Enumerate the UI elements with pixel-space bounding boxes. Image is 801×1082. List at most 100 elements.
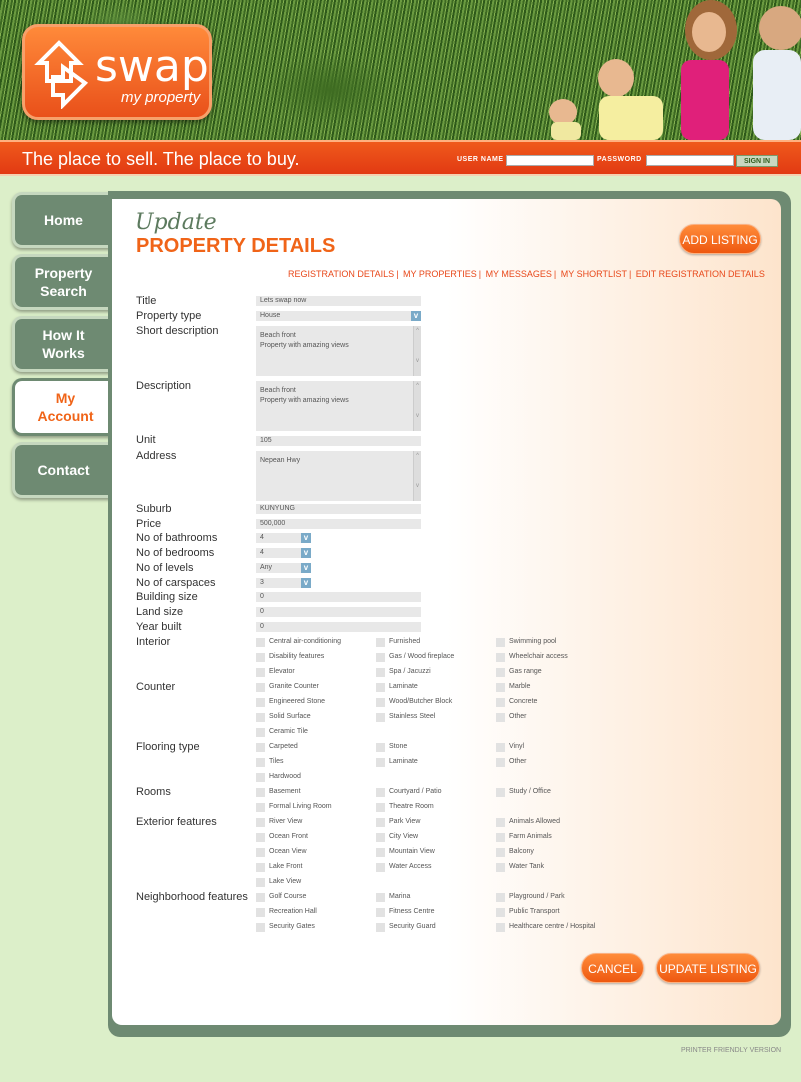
feature-checkbox[interactable] — [256, 833, 265, 842]
feature-checkbox[interactable] — [376, 833, 385, 842]
feature-checkbox[interactable] — [376, 803, 385, 812]
bedrooms-value: 4 — [260, 549, 264, 556]
year-built-input[interactable]: 0 — [256, 622, 421, 632]
feature-checkbox[interactable] — [496, 908, 505, 917]
feature-checkbox[interactable] — [376, 668, 385, 677]
feature-checkbox[interactable] — [376, 698, 385, 707]
feature-checkbox[interactable] — [496, 668, 505, 677]
feature-checkbox[interactable] — [496, 758, 505, 767]
short-description-textarea[interactable]: Beach front Property with amazing views … — [256, 326, 421, 376]
add-listing-button[interactable]: ADD LISTING — [679, 224, 761, 254]
feature-checkbox[interactable] — [256, 818, 265, 827]
price-input[interactable]: 500,000 — [256, 519, 421, 529]
username-input[interactable] — [506, 155, 594, 166]
feature-checkbox[interactable] — [256, 743, 265, 752]
suburb-input[interactable]: KUNYUNG — [256, 504, 421, 514]
feature-checkbox[interactable] — [376, 638, 385, 647]
link-my-properties[interactable]: MY PROPERTIES — [403, 269, 477, 279]
feature-label: Mountain View — [389, 848, 435, 855]
feature-checkbox[interactable] — [376, 848, 385, 857]
feature-checkbox[interactable] — [376, 923, 385, 932]
feature-checkbox[interactable] — [256, 683, 265, 692]
carspaces-select[interactable]: 3v — [256, 578, 311, 588]
feature-checkbox[interactable] — [256, 893, 265, 902]
feature-checkbox[interactable] — [256, 908, 265, 917]
feature-checkbox[interactable] — [376, 818, 385, 827]
nav-property-search[interactable]: Property Search — [12, 254, 112, 310]
feature-checkbox[interactable] — [496, 638, 505, 647]
nav-my-account[interactable]: My Account — [12, 378, 116, 436]
nav-home[interactable]: Home — [12, 192, 112, 248]
sign-in-button[interactable]: SIGN IN — [736, 155, 778, 167]
password-input[interactable] — [646, 155, 734, 166]
feature-checkbox[interactable] — [376, 743, 385, 752]
feature-checkbox[interactable] — [256, 848, 265, 857]
feature-checkbox[interactable] — [256, 878, 265, 887]
feature-checkbox[interactable] — [496, 653, 505, 662]
printer-friendly-link[interactable]: PRINTER FRIENDLY VERSION — [681, 1047, 781, 1054]
feature-checkbox[interactable] — [256, 728, 265, 737]
unit-input[interactable]: 105 — [256, 436, 421, 446]
feature-checkbox[interactable] — [256, 863, 265, 872]
feature-checkbox[interactable] — [256, 698, 265, 707]
levels-select[interactable]: Any v — [256, 563, 311, 573]
logo[interactable]: swap my property — [22, 24, 212, 120]
feature-checkbox[interactable] — [376, 863, 385, 872]
bathrooms-select[interactable]: 4v — [256, 533, 311, 543]
feature-checkbox[interactable] — [496, 743, 505, 752]
link-my-messages[interactable]: MY MESSAGES — [486, 269, 552, 279]
title-input[interactable]: Lets swap now — [256, 296, 421, 306]
brand-sub: my property — [121, 89, 201, 106]
feature-checkbox[interactable] — [256, 758, 265, 767]
feature-label: Engineered Stone — [269, 698, 326, 705]
feature-checkbox[interactable] — [496, 848, 505, 857]
feature-checkbox[interactable] — [496, 713, 505, 722]
feature-checkbox[interactable] — [376, 758, 385, 767]
feature-checkbox[interactable] — [496, 698, 505, 707]
feature-checkbox[interactable] — [256, 668, 265, 677]
feature-checkbox[interactable] — [496, 833, 505, 842]
bedrooms-select[interactable]: 4v — [256, 548, 311, 558]
scrollbar[interactable]: ^ v — [413, 326, 421, 376]
feature-checkbox[interactable] — [376, 893, 385, 902]
feature-checkbox[interactable] — [256, 773, 265, 782]
nav-how-it-works[interactable]: How It Works — [12, 316, 112, 372]
building-size-input[interactable]: 0 — [256, 592, 421, 602]
property-type-select[interactable]: House v — [256, 311, 421, 321]
brand-name: swap — [95, 41, 209, 92]
feature-checkbox[interactable] — [496, 893, 505, 902]
feature-checkbox[interactable] — [256, 713, 265, 722]
feature-checkbox[interactable] — [496, 683, 505, 692]
feature-checkbox[interactable] — [376, 908, 385, 917]
feature-checkbox[interactable] — [496, 923, 505, 932]
address-textarea[interactable]: Nepean Hwy ^ v — [256, 451, 421, 501]
land-size-input[interactable]: 0 — [256, 607, 421, 617]
heading-script: Update — [135, 210, 217, 235]
feature-checkbox[interactable] — [256, 653, 265, 662]
update-listing-button[interactable]: UPDATE LISTING — [656, 953, 760, 983]
feature-checkbox[interactable] — [256, 638, 265, 647]
carspaces-label: No of carspaces — [136, 577, 216, 589]
feature-checkbox[interactable] — [496, 788, 505, 797]
feature-checkbox[interactable] — [256, 923, 265, 932]
tagline: The place to sell. The place to buy. — [22, 149, 300, 169]
feature-checkbox[interactable] — [256, 788, 265, 797]
link-edit-registration[interactable]: EDIT REGISTRATION DETAILS — [636, 269, 765, 279]
scrollbar[interactable]: ^ v — [413, 381, 421, 431]
link-registration-details[interactable]: REGISTRATION DETAILS — [288, 269, 394, 279]
feature-checkbox[interactable] — [376, 683, 385, 692]
feature-checkbox[interactable] — [376, 788, 385, 797]
feature-checkbox[interactable] — [496, 818, 505, 827]
feature-label: Healthcare centre / Hospital — [509, 923, 596, 930]
nav-contact[interactable]: Contact — [12, 442, 112, 498]
feature-checkbox[interactable] — [376, 713, 385, 722]
description-textarea[interactable]: Beach front Property with amazing views … — [256, 381, 421, 431]
link-my-shortlist[interactable]: MY SHORTLIST — [561, 269, 627, 279]
cancel-button[interactable]: CANCEL — [581, 953, 644, 983]
feature-checkbox[interactable] — [496, 863, 505, 872]
feature-checkbox[interactable] — [256, 803, 265, 812]
feature-label: Ocean View — [269, 848, 307, 855]
chevron-down-icon: v — [301, 563, 311, 573]
feature-checkbox[interactable] — [376, 653, 385, 662]
scrollbar[interactable]: ^ v — [413, 451, 421, 501]
